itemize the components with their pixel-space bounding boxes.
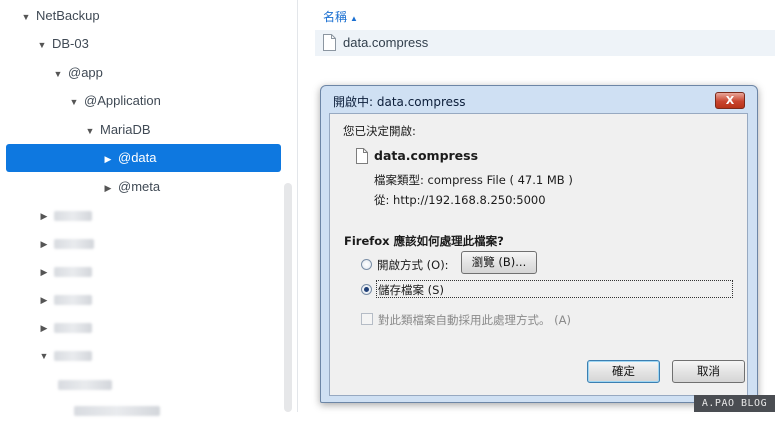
caret-right-icon[interactable]: ▶ [38, 202, 50, 230]
name-column-header[interactable]: 名稱 ▲ [323, 8, 358, 25]
redacted-label [58, 379, 112, 390]
tree-item-data-selected[interactable]: ▶ @data [6, 144, 281, 172]
open-with-radio[interactable] [361, 259, 372, 270]
save-file-radio[interactable] [361, 284, 372, 295]
tree-item-application[interactable]: ▼ @Application [68, 87, 161, 115]
file-name: data.compress [343, 35, 429, 50]
caret-down-icon[interactable]: ▼ [38, 342, 50, 370]
tree-item-netbackup[interactable]: ▼ NetBackup [20, 2, 100, 30]
tree-item-label: DB-03 [52, 36, 89, 51]
caret-right-icon[interactable]: ▶ [38, 258, 50, 286]
caret-down-icon[interactable]: ▼ [52, 60, 64, 88]
tree-item-redacted[interactable]: ▼ [38, 341, 92, 369]
dialog-title: 開啟中: data.compress [333, 95, 466, 109]
auto-action-checkbox[interactable] [361, 313, 373, 325]
tree-item-redacted[interactable] [54, 370, 112, 398]
file-source-text: 從: http://192.168.8.250:5000 [374, 193, 546, 207]
tree-item-redacted[interactable]: ▶ [38, 201, 92, 229]
caret-right-icon[interactable]: ▶ [102, 145, 114, 173]
caret-right-icon[interactable]: ▶ [102, 174, 114, 202]
file-row[interactable]: data.compress [315, 30, 775, 56]
tree-item-redacted[interactable]: ▶ [38, 229, 94, 257]
tree-item-redacted[interactable] [70, 396, 160, 424]
tree-item-redacted[interactable]: ▶ [38, 257, 92, 285]
file-icon [323, 34, 336, 51]
prompt-text: 您已決定開啟: [343, 124, 416, 138]
save-file-label[interactable]: 儲存檔案 (S) [378, 282, 444, 298]
ok-button[interactable]: 確定 [587, 360, 660, 383]
file-name: data.compress [374, 148, 479, 163]
column-header-label: 名稱 [323, 10, 348, 24]
caret-right-icon[interactable]: ▶ [38, 230, 50, 258]
tree-item-label: MariaDB [100, 122, 151, 137]
watermark-badge: A.PAO BLOG [694, 395, 775, 412]
tree-item-redacted[interactable]: ▶ [38, 285, 92, 313]
tree-item-label: @Application [84, 93, 161, 108]
caret-down-icon[interactable]: ▼ [20, 3, 32, 31]
redacted-label [54, 266, 92, 277]
caret-down-icon[interactable]: ▼ [84, 117, 96, 145]
question-heading: Firefox 應該如何處理此檔案? [344, 234, 504, 248]
caret-right-icon[interactable]: ▶ [38, 286, 50, 314]
tree-item-mariadb[interactable]: ▼ MariaDB [84, 116, 151, 144]
redacted-label [54, 238, 94, 249]
close-icon: X [725, 94, 735, 107]
caret-down-icon[interactable]: ▼ [68, 88, 80, 116]
close-button[interactable]: X [715, 92, 745, 109]
tree-item-label: @app [68, 65, 103, 80]
redacted-label [54, 350, 92, 361]
browse-button[interactable]: 瀏覽 (B)... [461, 251, 537, 274]
redacted-label [54, 210, 92, 221]
caret-down-icon[interactable]: ▼ [36, 31, 48, 59]
open-file-dialog: 開啟中: data.compress X 您已決定開啟: data.compre… [320, 85, 758, 403]
tree-item-label: @meta [118, 179, 161, 194]
redacted-label [74, 405, 160, 416]
cancel-button[interactable]: 取消 [672, 360, 745, 383]
redacted-label [54, 322, 92, 333]
tree-item-label: NetBackup [36, 8, 100, 23]
caret-right-icon[interactable]: ▶ [38, 314, 50, 342]
tree-item-db-03[interactable]: ▼ DB-03 [36, 30, 89, 58]
tree-scrollbar[interactable] [284, 183, 292, 412]
auto-action-label[interactable]: 對此類檔案自動採用此處理方式。 (A) [378, 312, 571, 328]
tree-item-label: @data [118, 150, 157, 165]
tree-item-meta[interactable]: ▶ @meta [102, 173, 161, 202]
tree-item-redacted[interactable]: ▶ [38, 313, 92, 341]
open-with-label[interactable]: 開啟方式 (O): [377, 257, 449, 273]
file-icon [356, 148, 368, 164]
tree-item-app[interactable]: ▼ @app [52, 59, 103, 87]
dialog-titlebar[interactable]: 開啟中: data.compress X [321, 86, 757, 112]
redacted-label [54, 294, 92, 305]
folder-tree: ▼ NetBackup ▼ DB-03 ▼ @app ▼ @Application ▼ M… [0, 0, 298, 416]
file-type-text: 檔案類型: compress File ( 47.1 MB ) [374, 173, 573, 187]
dialog-body: 您已決定開啟: data.compress 檔案類型: compress Fil… [329, 113, 748, 396]
sort-ascending-icon: ▲ [350, 14, 358, 23]
